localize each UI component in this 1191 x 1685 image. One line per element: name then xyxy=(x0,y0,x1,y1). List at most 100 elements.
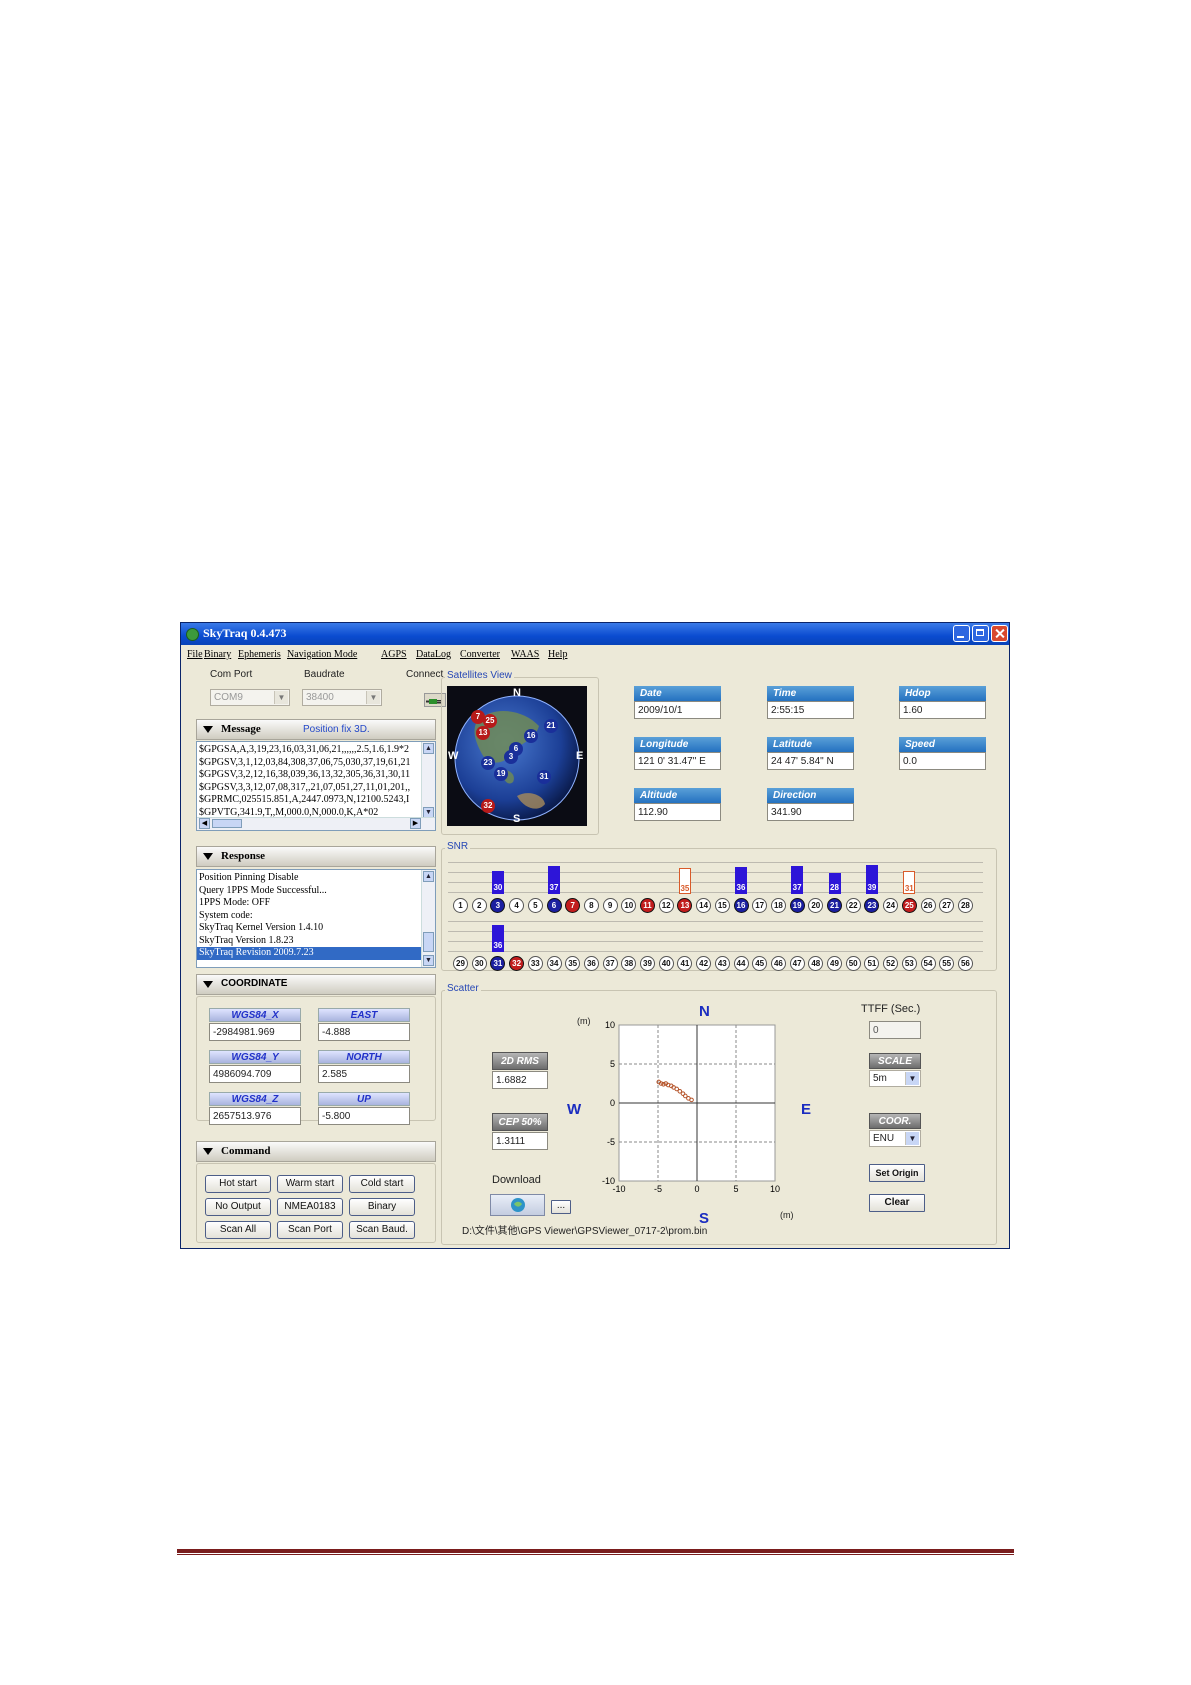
message-section-header[interactable]: Message Position fix 3D. xyxy=(196,719,436,740)
response-line[interactable]: SkyTraq Kernel Version 1.4.10 xyxy=(197,922,435,935)
scatter-plot: 1050-5-10-10 -5 0 5 10 xyxy=(602,1020,780,1194)
time-label: Time xyxy=(767,686,854,701)
speed-field: 0.0 xyxy=(899,752,986,770)
wgs84-x-field[interactable]: -2984981.969 xyxy=(209,1023,301,1041)
snr-satellite-56: 56 xyxy=(957,956,973,971)
wgs84-z-field[interactable]: 2657513.976 xyxy=(209,1107,301,1125)
nmea0183-button[interactable]: NMEA0183 xyxy=(277,1198,343,1216)
scroll-down-arrow-icon[interactable]: ▼ xyxy=(423,955,434,966)
cold-start-button[interactable]: Cold start xyxy=(349,1175,415,1193)
menu-agps[interactable]: AGPS xyxy=(381,649,407,660)
menu-navigation-mode[interactable]: Navigation Mode xyxy=(287,649,357,660)
clear-button[interactable]: Clear xyxy=(869,1194,925,1212)
response-section-header[interactable]: Response xyxy=(196,846,436,867)
minimize-button[interactable] xyxy=(953,625,970,642)
up-field[interactable]: -5.800 xyxy=(318,1107,410,1125)
response-line[interactable]: Position Pinning Disable xyxy=(197,872,435,885)
menu-converter[interactable]: Converter xyxy=(460,649,500,660)
scan-all-button[interactable]: Scan All xyxy=(205,1221,271,1239)
collapse-triangle-icon xyxy=(203,1148,213,1155)
snr-satellite-5: 5 xyxy=(527,898,543,913)
snr-satellite-3: 3 xyxy=(490,898,506,913)
x-tick-label: -10 xyxy=(612,1184,625,1194)
date-field: 2009/10/1 xyxy=(634,701,721,719)
message-line[interactable]: $GPGSV,3,3,12,07,08,317,,21,07,051,27,11… xyxy=(197,782,435,795)
binary-button[interactable]: Binary xyxy=(349,1198,415,1216)
warm-start-button[interactable]: Warm start xyxy=(277,1175,343,1193)
response-line[interactable]: 1PPS Mode: OFF xyxy=(197,897,435,910)
coordinate-section-header[interactable]: COORDINATE xyxy=(196,974,436,995)
scan-baud-button[interactable]: Scan Baud. xyxy=(349,1221,415,1239)
menu-file[interactable]: File xyxy=(187,649,203,660)
north-field[interactable]: 2.585 xyxy=(318,1065,410,1083)
snr-satellite-19: 19 xyxy=(789,898,805,913)
menu-binary[interactable]: Binary xyxy=(204,649,231,660)
response-line[interactable]: Query 1PPS Mode Successful... xyxy=(197,885,435,898)
snr-satellite-32: 32 xyxy=(509,956,525,971)
snr-bar: 31 xyxy=(903,871,916,894)
snr-satellite-14: 14 xyxy=(696,898,712,913)
connect-label: Connect xyxy=(406,669,444,680)
browse-button[interactable]: ... xyxy=(551,1200,571,1214)
snr-satellite-2: 2 xyxy=(471,898,487,913)
close-button[interactable] xyxy=(991,625,1008,642)
vertical-scrollbar[interactable]: ▲ ▼ xyxy=(421,870,435,967)
scroll-thumb[interactable] xyxy=(423,932,434,952)
download-button[interactable] xyxy=(490,1194,545,1216)
east-field[interactable]: -4.888 xyxy=(318,1023,410,1041)
download-globe-icon xyxy=(510,1198,525,1212)
app-icon xyxy=(186,628,199,641)
message-line[interactable]: $GPRMC,025515.851,A,2447.0973,N,12100.52… xyxy=(197,794,435,807)
snr-chart: 1 2 3 4 5 6 7 8 9 10 11 12 13 14 15 16 17 18 19 20 21 22 23 24 2… xyxy=(441,848,997,971)
no-output-button[interactable]: No Output xyxy=(205,1198,271,1216)
scroll-up-arrow-icon[interactable]: ▲ xyxy=(423,743,434,754)
altitude-field: 112.90 xyxy=(634,803,721,821)
horizontal-scrollbar[interactable]: ◀ ▶ xyxy=(197,817,435,830)
scroll-right-arrow-icon[interactable]: ▶ xyxy=(410,818,421,829)
snr-satellite-47: 47 xyxy=(789,956,805,971)
snr-bar: 28 xyxy=(828,873,841,894)
snr-satellite-21: 21 xyxy=(827,898,842,913)
menu-datalog[interactable]: DataLog xyxy=(416,649,451,660)
response-line[interactable]: SkyTraq Revision 2009.7.23 xyxy=(197,947,435,960)
com-port-value: COM9 xyxy=(214,692,243,703)
scale-select[interactable]: 5m ▼ xyxy=(869,1070,921,1087)
snr-satellite-38: 38 xyxy=(621,956,637,971)
coor-label: COOR. xyxy=(869,1113,921,1129)
menu-ephemeris[interactable]: Ephemeris xyxy=(238,649,281,660)
snr-satellite-40: 40 xyxy=(658,956,674,971)
message-line[interactable]: $GPGSA,A,3,19,23,16,03,31,06,21,,,,,,2.5… xyxy=(197,744,435,757)
set-origin-button[interactable]: Set Origin xyxy=(869,1164,925,1182)
snr-satellite-48: 48 xyxy=(808,956,824,971)
response-line[interactable]: SkyTraq Version 1.8.23 xyxy=(197,935,435,948)
response-line[interactable]: System code: xyxy=(197,910,435,923)
scroll-left-arrow-icon[interactable]: ◀ xyxy=(199,818,210,829)
scatter-compass-west: W xyxy=(567,1101,582,1118)
snr-satellite-7: 7 xyxy=(565,898,581,913)
x-unit-label: (m) xyxy=(780,1210,794,1220)
wgs84-y-field[interactable]: 4986094.709 xyxy=(209,1065,301,1083)
title-bar[interactable]: SkyTraq 0.4.473 xyxy=(181,623,1009,645)
menu-waas[interactable]: WAAS xyxy=(511,649,539,660)
scan-port-button[interactable]: Scan Port xyxy=(277,1221,343,1239)
collapse-triangle-icon xyxy=(203,853,213,860)
chevron-down-icon: ▼ xyxy=(905,1072,919,1085)
hot-start-button[interactable]: Hot start xyxy=(205,1175,271,1193)
vertical-scrollbar[interactable]: ▲ ▼ xyxy=(421,742,435,819)
baudrate-select[interactable]: 38400 ▼ xyxy=(302,689,382,706)
message-line[interactable]: $GPGSV,3,2,12,16,38,039,36,13,32,305,36,… xyxy=(197,769,435,782)
response-list[interactable]: Position Pinning Disable Query 1PPS Mode … xyxy=(196,869,436,968)
scroll-up-arrow-icon[interactable]: ▲ xyxy=(423,871,434,882)
message-line[interactable]: $GPGSV,3,1,12,03,84,308,37,06,75,030,37,… xyxy=(197,757,435,770)
message-title: Message xyxy=(221,723,261,735)
menu-help[interactable]: Help xyxy=(548,649,567,660)
latitude-label: Latitude xyxy=(767,737,854,752)
maximize-button[interactable] xyxy=(972,625,989,642)
message-list[interactable]: $GPGSA,A,3,19,23,16,03,31,06,21,,,,,,2.5… xyxy=(196,741,436,831)
sky-satellite: 16 xyxy=(524,729,538,743)
scroll-thumb[interactable] xyxy=(212,819,242,828)
com-port-select[interactable]: COM9 ▼ xyxy=(210,689,290,706)
scatter-label: Scatter xyxy=(445,983,481,994)
command-section-header[interactable]: Command xyxy=(196,1141,436,1162)
coor-select[interactable]: ENU ▼ xyxy=(869,1130,921,1147)
